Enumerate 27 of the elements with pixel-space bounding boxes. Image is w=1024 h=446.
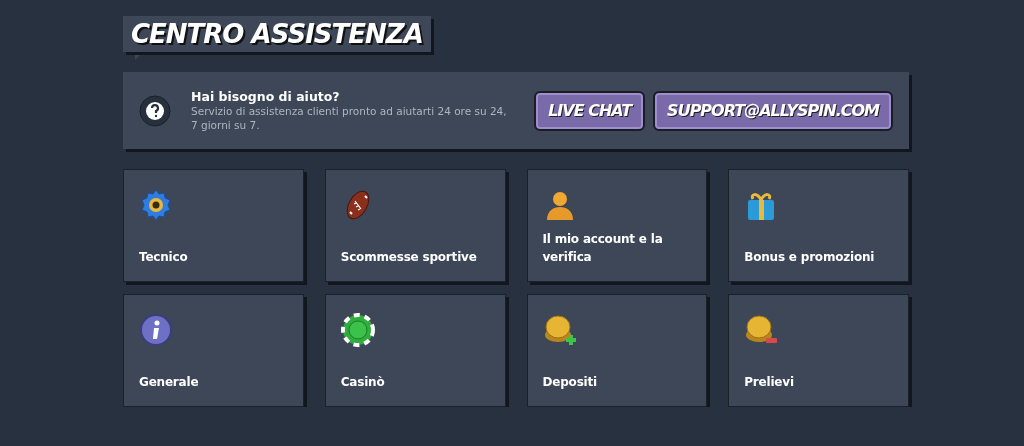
- help-heading: Hai bisogno di aiuto?: [191, 89, 341, 104]
- category-label: Depositi: [542, 374, 598, 391]
- category-label: Generale: [139, 374, 200, 391]
- gear-icon: [139, 188, 173, 222]
- category-card[interactable]: Bonus e promozioni: [728, 169, 909, 282]
- category-label: Bonus e promozioni: [744, 249, 876, 266]
- category-card[interactable]: Il mio account e la verifica: [526, 169, 708, 282]
- category-label: Casinò: [340, 374, 386, 391]
- email-button[interactable]: SUPPORT@ALLYSPIN.COM: [653, 90, 893, 131]
- coin-plus-icon: [542, 313, 577, 347]
- page-title: CENTRO ASSISTENZA: [123, 16, 431, 52]
- category-label: Il mio account e la verifica: [542, 231, 664, 266]
- category-card[interactable]: Prelievi: [728, 294, 909, 407]
- category-label: Scommesse sportive: [340, 249, 478, 266]
- category-card[interactable]: Casinò: [324, 294, 506, 407]
- category-card[interactable]: Generale: [123, 294, 304, 407]
- info-icon: [139, 313, 173, 347]
- live-chat-button[interactable]: LIVE CHAT: [534, 90, 646, 131]
- category-card[interactable]: Tecnico: [123, 169, 304, 282]
- question-icon: [139, 94, 171, 127]
- category-card[interactable]: Depositi: [526, 294, 708, 407]
- category-label: Tecnico: [139, 249, 189, 266]
- casino-chip-icon: [340, 313, 375, 347]
- category-label: Prelievi: [744, 374, 795, 391]
- help-text: Servizio di assistenza clienti pronto ad aiutarti 24 ore su 24, 7 giorni su 7.: [191, 104, 508, 132]
- category-card[interactable]: Scommesse sportive: [324, 169, 506, 282]
- callout-tail: [135, 52, 143, 60]
